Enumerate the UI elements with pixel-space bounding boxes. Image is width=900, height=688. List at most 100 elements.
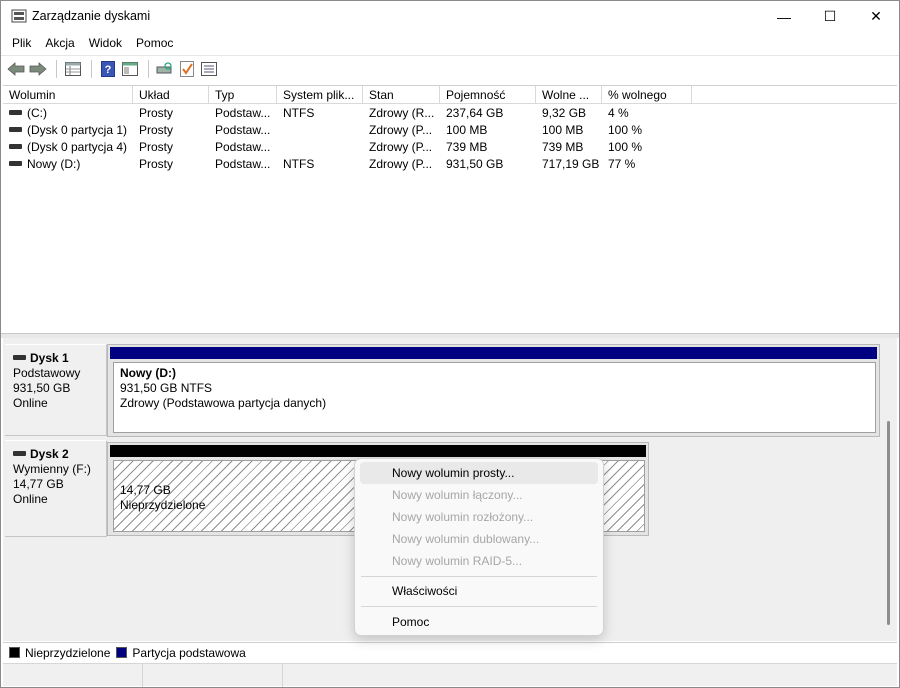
- partition-d-state: Zdrowy (Podstawowa partycja danych): [120, 396, 327, 410]
- column-header-volume[interactable]: Wolumin: [3, 86, 133, 104]
- menu-properties[interactable]: Właściwości: [360, 580, 598, 602]
- settings-list-button[interactable]: [199, 59, 219, 79]
- volume-row[interactable]: (C:) Prosty Podstaw... NTFS Zdrowy (R...…: [3, 105, 897, 122]
- menu-new-mirrored-volume: Nowy wolumin dublowany...: [392, 532, 540, 546]
- volume-list-header: Wolumin Układ Typ System plik... Stan Po…: [3, 86, 897, 104]
- column-header-free-space[interactable]: Wolne ...: [536, 86, 602, 104]
- volume-row[interactable]: (Dysk 0 partycja 4) Prosty Podstaw... Zd…: [3, 139, 897, 156]
- disk-management-app-icon: [11, 9, 27, 23]
- help-button[interactable]: ?: [98, 59, 118, 79]
- menu-bar: Plik Akcja Widok Pomoc: [1, 32, 899, 54]
- legend: Nieprzydzielone Partycja podstawowa: [3, 642, 897, 662]
- menu-file[interactable]: Plik: [5, 33, 38, 53]
- layout-cell: Prosty: [139, 106, 174, 120]
- type-cell: Podstaw...: [215, 106, 271, 120]
- maximize-icon: ☐: [823, 8, 837, 24]
- capacity-cell: 237,64 GB: [446, 106, 504, 120]
- volume-name: (C:): [27, 106, 47, 120]
- checkmark-icon: [180, 60, 194, 77]
- menu-separator: [361, 606, 597, 607]
- forward-arrow-icon: [29, 61, 47, 76]
- layout-cell: Prosty: [139, 123, 174, 137]
- unallocated-header: [110, 445, 646, 457]
- partition-d-detail: 931,50 GB NTFS: [120, 381, 213, 395]
- filesystem-cell: NTFS: [283, 106, 315, 120]
- column-header-filesystem[interactable]: System plik...: [277, 86, 363, 104]
- show-hide-pane-button[interactable]: [120, 59, 140, 79]
- status-cell-1: [3, 664, 143, 687]
- properties-button[interactable]: [63, 59, 83, 79]
- properties-grid-icon: [65, 61, 81, 76]
- volume-icon: [9, 127, 22, 133]
- svg-text:?: ?: [105, 64, 112, 76]
- column-header-percent-free[interactable]: % wolnego: [602, 86, 692, 104]
- unallocated-swatch: [9, 647, 20, 658]
- maximize-button[interactable]: ☐: [807, 1, 853, 32]
- percent-free-cell: 100 %: [608, 123, 643, 137]
- back-button[interactable]: [6, 59, 26, 79]
- volume-cell: Nowy (D:): [3, 156, 133, 173]
- volume-icon: [9, 161, 22, 167]
- filesystem-cell: [277, 122, 363, 139]
- menu-help[interactable]: Pomoc: [129, 33, 180, 53]
- status-cell: Zdrowy (P...: [369, 123, 433, 137]
- vertical-scrollbar[interactable]: [887, 421, 890, 625]
- free-space-cell: 717,19 GB: [542, 157, 600, 171]
- rescan-button[interactable]: [155, 59, 175, 79]
- help-icon: ?: [101, 60, 115, 77]
- minimize-button[interactable]: —: [761, 1, 807, 32]
- volume-cell: (Dysk 0 partycja 1): [3, 122, 133, 139]
- menu-action[interactable]: Akcja: [38, 33, 81, 53]
- check-button[interactable]: [177, 59, 197, 79]
- disk-2-label[interactable]: Dysk 2 Wymienny (F:) 14,77 GB Online: [5, 440, 107, 537]
- column-header-capacity[interactable]: Pojemność: [440, 86, 536, 104]
- close-icon: ✕: [870, 8, 882, 24]
- settings-list-icon: [201, 61, 217, 76]
- legend-unallocated-label: Nieprzydzielone: [25, 645, 111, 660]
- primary-partition-header: [110, 347, 877, 359]
- partition-d[interactable]: Nowy (D:) 931,50 GB NTFS Zdrowy (Podstaw…: [113, 362, 876, 433]
- disk-1-name: Dysk 1: [30, 351, 69, 365]
- type-cell: Podstaw...: [215, 123, 271, 137]
- volume-icon: [9, 110, 22, 116]
- close-button[interactable]: ✕: [853, 1, 899, 32]
- type-cell: Podstaw...: [215, 157, 271, 171]
- percent-free-cell: 77 %: [608, 157, 636, 171]
- menu-new-raid5-volume: Nowy wolumin RAID-5...: [392, 554, 523, 568]
- volume-name: (Dysk 0 partycja 1): [27, 123, 128, 137]
- disk-2-name: Dysk 2: [30, 447, 69, 461]
- status-cell: Zdrowy (P...: [369, 157, 433, 171]
- percent-free-cell: 4 %: [608, 106, 629, 120]
- capacity-cell: 100 MB: [446, 123, 488, 137]
- volume-cell: (Dysk 0 partycja 4): [3, 139, 133, 156]
- volume-list: Wolumin Układ Typ System plik... Stan Po…: [3, 85, 897, 333]
- status-cell: Zdrowy (R...: [369, 106, 435, 120]
- type-cell: Podstaw...: [215, 140, 271, 154]
- column-header-type[interactable]: Typ: [209, 86, 277, 104]
- percent-free-cell: 100 %: [608, 140, 643, 154]
- capacity-cell: 931,50 GB: [446, 157, 504, 171]
- disk-1-type: Podstawowy: [13, 366, 81, 380]
- disk-1-status: Online: [13, 396, 48, 410]
- context-menu: Nowy wolumin prosty... Nowy wolumin łącz…: [354, 458, 604, 636]
- menu-new-simple-volume[interactable]: Nowy wolumin prosty...: [360, 462, 598, 484]
- show-hide-pane-icon: [122, 61, 138, 76]
- status-bar: [3, 663, 897, 687]
- disk-1-label[interactable]: Dysk 1 Podstawowy 931,50 GB Online: [5, 344, 107, 436]
- volume-row[interactable]: Nowy (D:) Prosty Podstaw... NTFS Zdrowy …: [3, 156, 897, 173]
- menu-view[interactable]: Widok: [82, 33, 129, 53]
- disk-2-type: Wymienny (F:): [13, 462, 91, 476]
- volume-row[interactable]: (Dysk 0 partycja 1) Prosty Podstaw... Zd…: [3, 122, 897, 139]
- forward-button[interactable]: [28, 59, 48, 79]
- column-header-layout[interactable]: Układ: [133, 86, 209, 104]
- disk-2-status: Online: [13, 492, 48, 506]
- free-space-cell: 739 MB: [542, 140, 584, 154]
- back-arrow-icon: [7, 61, 25, 76]
- menu-help-item[interactable]: Pomoc: [360, 611, 598, 633]
- menu-separator: [361, 576, 597, 577]
- column-header-status[interactable]: Stan: [363, 86, 440, 104]
- menu-new-striped-volume: Nowy wolumin rozłożony...: [392, 510, 534, 524]
- layout-cell: Prosty: [139, 157, 174, 171]
- layout-cell: Prosty: [139, 140, 174, 154]
- filesystem-cell: [277, 139, 363, 156]
